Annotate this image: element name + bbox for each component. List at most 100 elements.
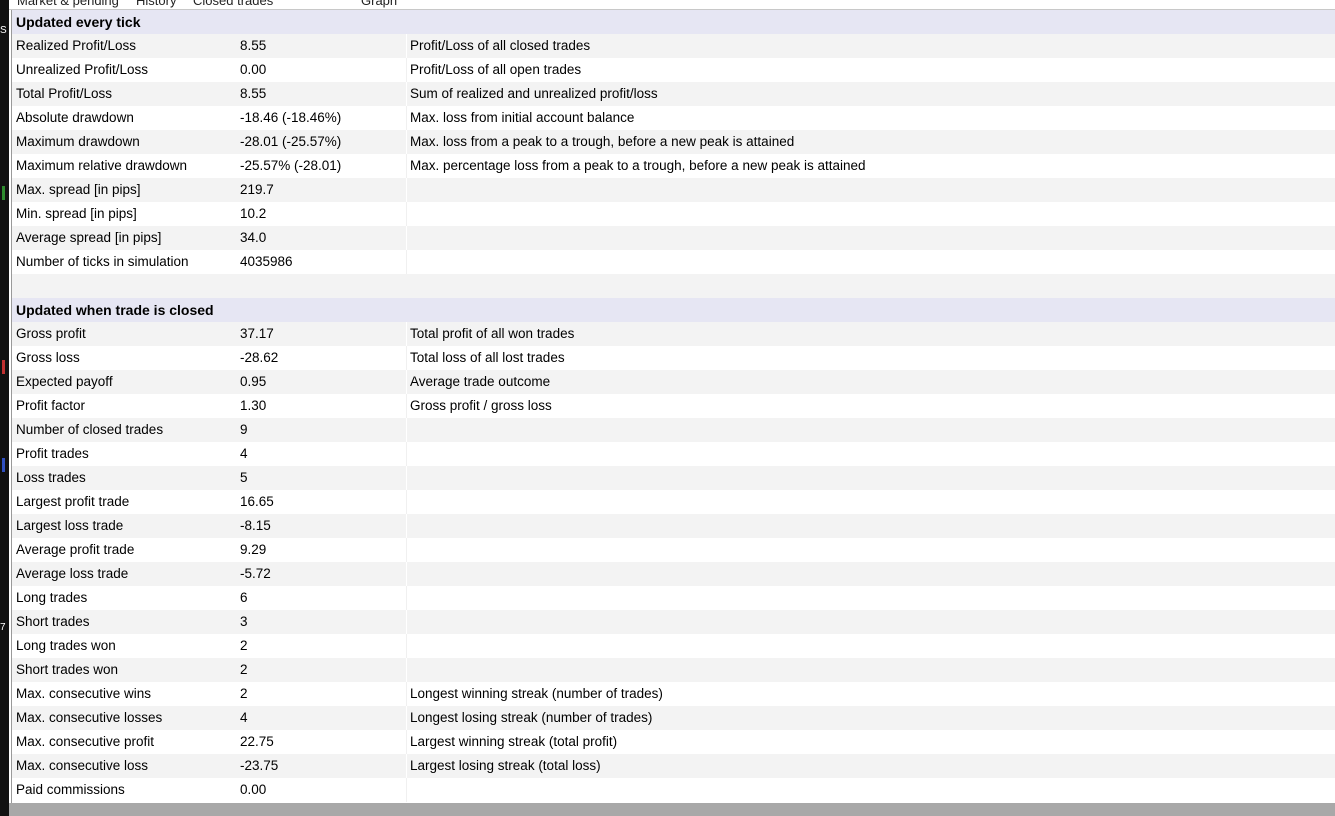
table-row[interactable]: Max. consecutive losses 4 Longest losing s…: [12, 706, 1335, 730]
stat-value: 2: [240, 686, 248, 701]
stat-value: 0.95: [240, 374, 267, 389]
table-row[interactable]: Largest profit trade 16.65: [12, 490, 1335, 514]
stat-value: -23.75: [240, 758, 279, 773]
table-row[interactable]: Average loss trade -5.72: [12, 562, 1335, 586]
stat-description: Average trade outcome: [410, 374, 551, 389]
table-row[interactable]: Average spread [in pips] 34.0: [12, 226, 1335, 250]
table-row[interactable]: Max. consecutive loss -23.75 Largest losin…: [12, 754, 1335, 778]
stat-name: Expected payoff: [16, 374, 113, 389]
stat-description: Largest winning streak (total profit): [410, 734, 618, 749]
table-row[interactable]: Maximum drawdown -28.01 (-25.57%) Max. los…: [12, 130, 1335, 154]
table-row[interactable]: Max. consecutive wins 2 Longest winning st…: [12, 682, 1335, 706]
stat-value: -8.15: [240, 518, 271, 533]
chart-edge-marker: [2, 360, 5, 374]
table-row[interactable]: Gross profit 37.17 Total profit of all won…: [12, 322, 1335, 346]
section-header: Updated every tick: [12, 10, 1335, 34]
stat-value: 22.75: [240, 734, 274, 749]
stat-value: -28.62: [240, 350, 279, 365]
table-row[interactable]: Number of ticks in simulation 4035986: [12, 250, 1335, 274]
table-row[interactable]: Maximum relative drawdown -25.57% (-28.01…: [12, 154, 1335, 178]
stat-description: [410, 586, 1330, 610]
tab-history[interactable]: History: [136, 0, 176, 8]
table-row[interactable]: Paid commissions 0.00: [12, 778, 1335, 802]
stat-value: -25.57% (-28.01): [240, 158, 342, 173]
tab-closed-trades[interactable]: Closed trades: [193, 0, 273, 8]
horizontal-scrollbar[interactable]: [9, 803, 1335, 816]
stat-description: Profit/Loss of all open trades: [410, 62, 582, 77]
stat-name: Average spread [in pips]: [16, 230, 162, 245]
stat-description: [410, 562, 1330, 586]
table-row[interactable]: Gross loss -28.62 Total loss of all lost t…: [12, 346, 1335, 370]
stat-description: [410, 538, 1330, 562]
chart-edge-marker: [2, 458, 5, 472]
stat-value: 6: [240, 590, 248, 605]
tab-statistics[interactable]: [285, 0, 365, 2]
stat-description: Max. percentage loss from a peak to a tr…: [410, 158, 866, 173]
stat-description: [410, 610, 1330, 634]
chart-edge-marker: [2, 186, 5, 200]
stat-description: Gross profit / gross loss: [410, 398, 552, 413]
stat-value: 8.55: [240, 38, 267, 53]
stat-description: [410, 178, 1330, 202]
left-strip-mark: S: [0, 25, 7, 36]
table-row[interactable]: Profit factor 1.30 Gross profit / gross lo…: [12, 394, 1335, 418]
table-row[interactable]: Short trades won 2: [12, 658, 1335, 682]
stat-value: 5: [240, 470, 248, 485]
stat-value: 8.55: [240, 86, 267, 101]
table-row[interactable]: Largest loss trade -8.15: [12, 514, 1335, 538]
table-row[interactable]: Max. consecutive profit 22.75 Largest winn…: [12, 730, 1335, 754]
stat-description: [410, 250, 1330, 274]
table-row[interactable]: Average profit trade 9.29: [12, 538, 1335, 562]
stat-name: Long trades won: [16, 638, 116, 653]
stat-description: [410, 514, 1330, 538]
stat-name: Max. consecutive profit: [16, 734, 155, 749]
table-row[interactable]: Realized Profit/Loss 8.55 Profit/Loss of a…: [12, 34, 1335, 58]
tab-graph[interactable]: Graph: [361, 0, 397, 8]
stat-name: Gross profit: [16, 326, 86, 341]
stat-description: Sum of realized and unrealized profit/lo…: [410, 86, 658, 101]
stat-name: Realized Profit/Loss: [16, 38, 137, 53]
stat-value: 3: [240, 614, 248, 629]
table-row[interactable]: Profit trades 4: [12, 442, 1335, 466]
stat-name: Short trades won: [16, 662, 119, 677]
stat-name: Loss trades: [16, 470, 86, 485]
stat-name: Max. consecutive wins: [16, 686, 152, 701]
stat-name: Max. consecutive loss: [16, 758, 149, 773]
table-row[interactable]: Expected payoff 0.95 Average trade outcome: [12, 370, 1335, 394]
stat-name: Number of closed trades: [16, 422, 164, 437]
stat-value: 37.17: [240, 326, 274, 341]
tab-market-pending[interactable]: Market & pending: [17, 0, 119, 8]
stat-description: [410, 418, 1330, 442]
stat-name: Long trades: [16, 590, 88, 605]
stat-name: Gross loss: [16, 350, 80, 365]
stat-description: Total loss of all lost trades: [410, 350, 565, 365]
table-row[interactable]: Number of closed trades 9: [12, 418, 1335, 442]
table-row[interactable]: Min. spread [in pips] 10.2: [12, 202, 1335, 226]
stat-name: Short trades: [16, 614, 90, 629]
stat-name: Absolute drawdown: [16, 110, 134, 125]
table-row[interactable]: Total Profit/Loss 8.55 Sum of realized and…: [12, 82, 1335, 106]
left-panel-edge: S 7: [0, 0, 9, 816]
section-header: Updated when trade is closed: [12, 298, 1335, 322]
stat-description: Profit/Loss of all closed trades: [410, 38, 591, 53]
stat-value: 2: [240, 662, 248, 677]
stat-name: Paid commissions: [16, 782, 125, 797]
stat-name: Total Profit/Loss: [16, 86, 113, 101]
stat-name: Maximum drawdown: [16, 134, 140, 149]
statistics-table: Updated every tick Realized Profit/Loss 8…: [11, 10, 1335, 803]
table-row[interactable]: Short trades 3: [12, 610, 1335, 634]
table-row[interactable]: Absolute drawdown -18.46 (-18.46%) Max. lo…: [12, 106, 1335, 130]
table-row[interactable]: Max. spread [in pips] 219.7: [12, 178, 1335, 202]
stat-value: 10.2: [240, 206, 267, 221]
stat-value: 9: [240, 422, 248, 437]
table-row[interactable]: Long trades won 2: [12, 634, 1335, 658]
section-title: Updated when trade is closed: [16, 302, 214, 318]
stat-value: 4035986: [240, 254, 293, 269]
spacer-row: [12, 274, 1335, 298]
stat-value: 0.00: [240, 782, 267, 797]
table-row[interactable]: Loss trades 5: [12, 466, 1335, 490]
stat-description: [410, 442, 1330, 466]
left-strip-mark: 7: [0, 622, 6, 633]
table-row[interactable]: Long trades 6: [12, 586, 1335, 610]
table-row[interactable]: Unrealized Profit/Loss 0.00 Profit/Loss of…: [12, 58, 1335, 82]
